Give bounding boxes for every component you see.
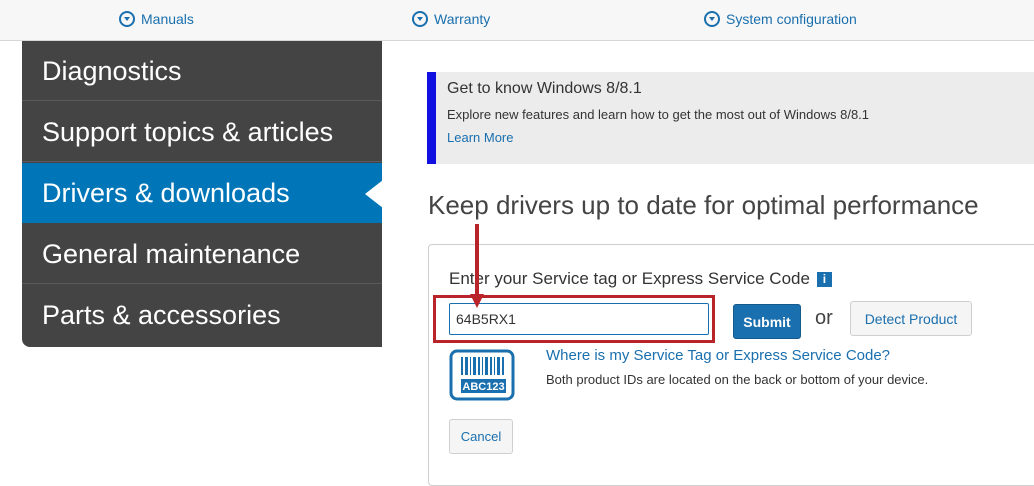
service-tag-input[interactable] (449, 303, 709, 335)
service-tag-label: Enter your Service tag or Express Servic… (449, 269, 810, 288)
active-pointer-icon (365, 180, 383, 208)
banner-title: Get to know Windows 8/8.1 (447, 80, 642, 97)
sidebar: Diagnostics Support topics & articles Dr… (22, 41, 383, 347)
service-tag-prompt: Enter your Service tag or Express Servic… (449, 269, 832, 289)
sidebar-item-label: Support topics & articles (42, 117, 334, 147)
service-tag-panel: Enter your Service tag or Express Servic… (428, 244, 1034, 486)
sidebar-item-label: General maintenance (42, 239, 301, 269)
service-tag-barcode-icon: ABC123 (449, 349, 515, 401)
sidebar-item-parts-accessories[interactable]: Parts & accessories (22, 285, 382, 345)
sidebar-item-support-topics[interactable]: Support topics & articles (22, 102, 382, 162)
warranty-nav-item[interactable]: Warranty (412, 11, 490, 27)
sidebar-item-label: Diagnostics (42, 56, 182, 86)
info-icon[interactable]: i (816, 272, 832, 287)
service-tag-location-hint: Both product IDs are located on the back… (546, 372, 929, 387)
red-annotation-arrow-icon (470, 224, 484, 308)
detect-product-button[interactable]: Detect Product (850, 301, 972, 336)
sidebar-item-general-maintenance[interactable]: General maintenance (22, 224, 382, 284)
chevron-down-circle-icon (704, 11, 720, 27)
tag-graphic-text: ABC123 (462, 381, 504, 393)
sidebar-item-diagnostics[interactable]: Diagnostics (22, 41, 382, 101)
chevron-down-circle-icon (412, 11, 428, 27)
or-separator: or (815, 307, 833, 329)
windows-info-banner: Get to know Windows 8/8.1 Explore new fe… (427, 72, 1034, 164)
system-configuration-label: System configuration (726, 11, 857, 27)
chevron-down-circle-icon (119, 11, 135, 27)
manuals-label: Manuals (141, 11, 194, 27)
sidebar-item-drivers-downloads[interactable]: Drivers & downloads (22, 163, 383, 223)
page-heading: Keep drivers up to date for optimal perf… (428, 190, 979, 220)
sidebar-item-label: Parts & accessories (42, 300, 281, 330)
sidebar-item-label: Drivers & downloads (42, 178, 290, 208)
warranty-label: Warranty (434, 11, 491, 27)
system-configuration-nav-item[interactable]: System configuration (704, 11, 857, 27)
submit-button[interactable]: Submit (733, 304, 801, 339)
learn-more-link[interactable]: Learn More (447, 130, 513, 145)
cancel-button[interactable]: Cancel (449, 419, 513, 454)
manuals-nav-item[interactable]: Manuals (119, 11, 194, 27)
top-nav: Manuals Warranty System configuration (0, 0, 1034, 41)
where-is-service-tag-link[interactable]: Where is my Service Tag or Express Servi… (546, 347, 890, 364)
banner-description: Explore new features and learn how to ge… (447, 107, 870, 122)
